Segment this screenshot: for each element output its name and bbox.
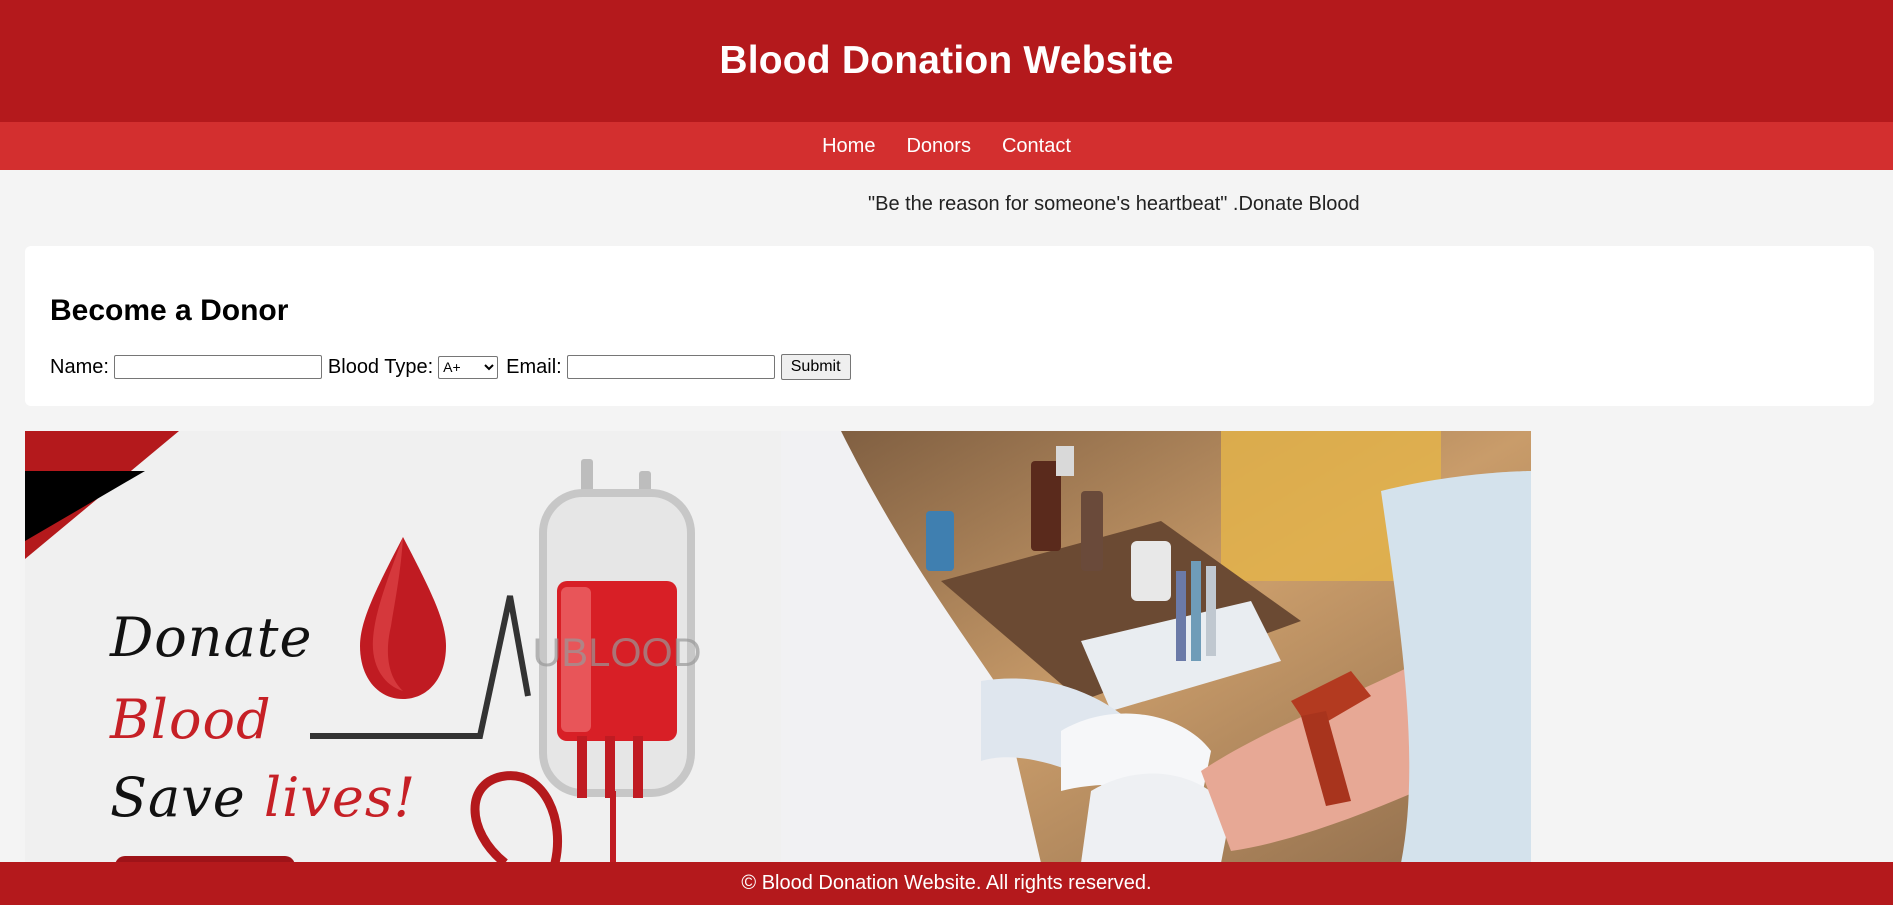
site-footer: © Blood Donation Website. All rights res… xyxy=(0,862,1893,905)
photo-graphic xyxy=(781,431,1531,863)
poster-line-save-lives: Save lives! xyxy=(110,771,416,825)
nav-contact[interactable]: Contact xyxy=(1002,135,1071,158)
submit-button[interactable]: Submit xyxy=(780,354,851,380)
tagline: "Be the reason for someone's heartbeat" … xyxy=(868,193,1360,215)
poster-line-donate: Donate xyxy=(110,606,313,669)
site-header: Blood Donation Website xyxy=(0,0,1893,122)
name-label: Name: xyxy=(50,355,109,378)
image-gallery: UBLOOD Donate Blood Save lives! xyxy=(25,431,1531,863)
blood-type-select[interactable]: A+ xyxy=(438,355,499,379)
poster-word-save: Save xyxy=(110,766,246,829)
email-input[interactable] xyxy=(566,355,775,379)
nav-donors[interactable]: Donors xyxy=(906,135,970,158)
email-label: Email: xyxy=(506,355,562,378)
footer-copyright: © Blood Donation Website. All rights res… xyxy=(741,872,1152,894)
donor-form-heading: Become a Donor xyxy=(50,294,289,327)
donor-form: Name: Blood Type: A+ Email: Submit xyxy=(50,354,851,380)
blood-type-label: Blood Type: xyxy=(327,355,434,378)
poster-bag-label: UBLOOD xyxy=(533,631,702,675)
blood-draw-photo-image xyxy=(781,431,1531,863)
name-input[interactable] xyxy=(113,355,322,379)
poster-line-blood: Blood xyxy=(110,688,272,751)
poster-word-lives: lives! xyxy=(263,766,417,829)
main-nav: Home Donors Contact xyxy=(0,122,1893,170)
site-title: Blood Donation Website xyxy=(719,39,1174,82)
nav-home[interactable]: Home xyxy=(822,135,875,158)
donate-blood-poster-image: UBLOOD Donate Blood Save lives! xyxy=(25,431,781,863)
donor-form-card: Become a Donor Name: Blood Type: A+ Emai… xyxy=(25,246,1874,406)
